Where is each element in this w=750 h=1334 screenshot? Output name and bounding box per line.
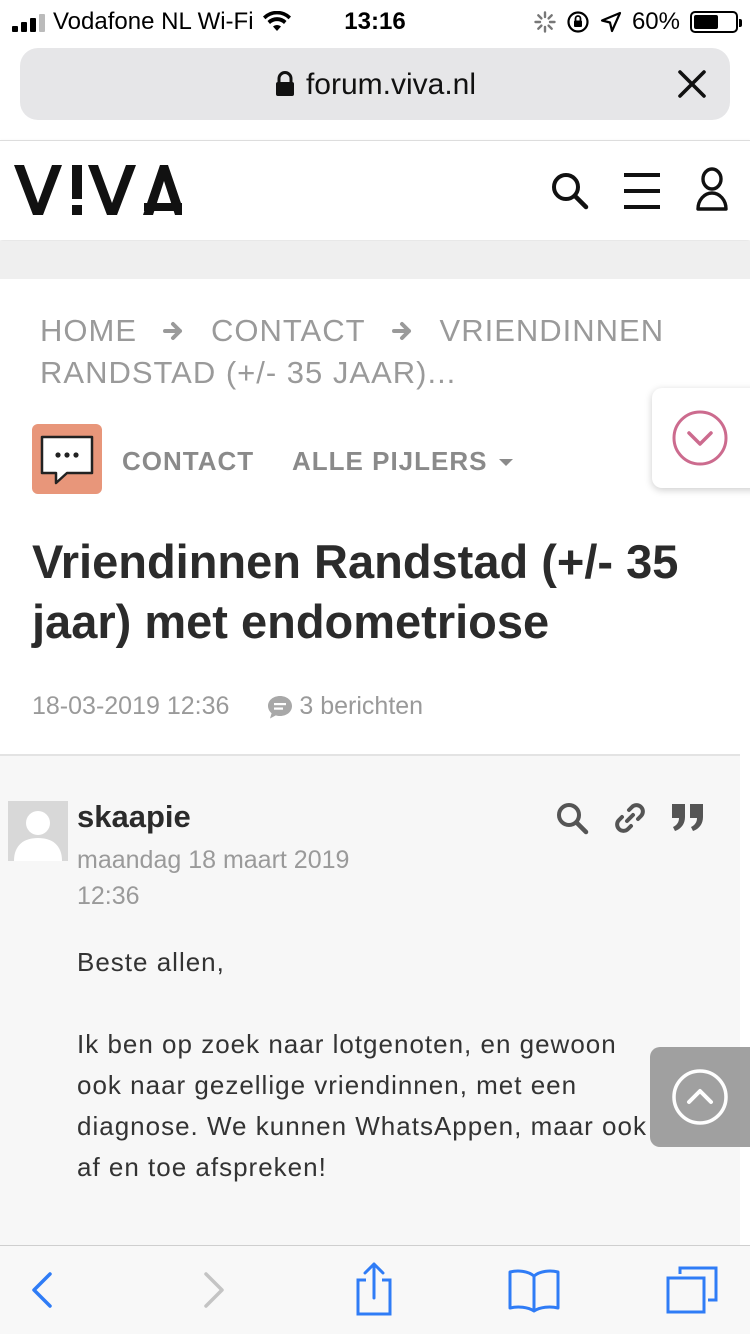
menu-icon[interactable]	[620, 169, 664, 213]
topic-date: 18-03-2019 12:36	[32, 692, 230, 720]
post-author[interactable]: skaapie	[77, 799, 191, 835]
chevron-up-circle-icon	[672, 1069, 728, 1125]
search-icon[interactable]	[552, 798, 592, 838]
chevron-down-circle-icon	[672, 410, 728, 466]
back-to-top-button[interactable]	[650, 1047, 750, 1147]
location-arrow-icon	[600, 11, 622, 33]
category-name[interactable]: CONTACT	[122, 446, 254, 477]
quote-icon[interactable]	[668, 798, 708, 838]
share-icon[interactable]	[346, 1260, 402, 1318]
topic-title: Vriendinnen Randstad (+/- 35 jaar) met e…	[32, 532, 750, 652]
battery-fill	[694, 15, 718, 29]
search-icon[interactable]	[548, 169, 592, 213]
post-date-line-2: 12:36	[77, 882, 140, 910]
title-line-2: jaar) met endometriose	[32, 595, 550, 648]
forward-icon[interactable]	[184, 1264, 240, 1316]
avatar[interactable]	[8, 801, 68, 861]
url-text: forum.viva.nl	[305, 68, 477, 101]
tabs-icon[interactable]	[664, 1264, 720, 1316]
forum-post: skaapie maandag 18 maart 2019 12:36 Best…	[0, 756, 740, 1256]
address-bar[interactable]: forum.viva.nl	[20, 48, 730, 120]
category-icon[interactable]	[32, 424, 102, 494]
link-icon[interactable]	[610, 798, 650, 838]
status-right: 60%	[534, 8, 742, 36]
comment-icon	[268, 695, 293, 718]
browser-toolbar	[0, 1245, 750, 1334]
arrow-right-icon	[163, 322, 182, 340]
caret-down-icon	[499, 459, 514, 466]
message-count[interactable]: 3 berichten	[299, 692, 423, 721]
title-line-1: Vriendinnen Randstad (+/- 35	[32, 535, 679, 588]
speech-bubble-icon	[40, 435, 94, 485]
post-paragraph: Beste allen,	[77, 947, 225, 977]
all-pillars-dropdown[interactable]: ALLE PIJLERS	[292, 446, 514, 477]
activity-spinner-icon	[534, 11, 556, 33]
scroll-down-widget[interactable]	[652, 388, 750, 488]
battery-icon	[690, 11, 742, 33]
close-icon[interactable]	[672, 64, 712, 104]
topic-meta: 18-03-2019 12:36 3 berichten	[32, 692, 423, 721]
status-bar: Vodafone NL Wi-Fi 13:16 60%	[0, 0, 750, 42]
url-display[interactable]: forum.viva.nl	[20, 68, 730, 102]
breadcrumb-contact[interactable]: CONTACT	[211, 313, 366, 348]
lock-icon	[275, 71, 294, 96]
site-header	[0, 140, 750, 240]
user-icon[interactable]	[690, 165, 734, 213]
breadcrumb-home[interactable]: HOME	[40, 313, 137, 348]
viva-logo[interactable]	[12, 157, 182, 223]
post-date-line-1: maandag 18 maart 2019	[77, 846, 350, 874]
user-placeholder-icon	[14, 811, 62, 861]
breadcrumb: HOME CONTACT VRIENDINNEN RANDSTAD (+/- 35 …	[40, 310, 720, 394]
post-paragraph: Ik ben op zoek naar lotgenoten, en gewoo…	[77, 1029, 647, 1182]
post-body: Beste allen, Ik ben op zoek naar lotgeno…	[77, 942, 667, 1229]
post-date: maandag 18 maart 2019 12:36	[77, 842, 407, 914]
header-spacer	[0, 241, 750, 279]
arrow-right-icon	[391, 322, 411, 340]
pillars-label: ALLE PIJLERS	[292, 446, 488, 476]
rotation-lock-icon	[567, 11, 589, 33]
bookmarks-icon[interactable]	[506, 1264, 562, 1316]
battery-percentage: 60%	[631, 8, 680, 35]
back-icon[interactable]	[16, 1264, 72, 1316]
